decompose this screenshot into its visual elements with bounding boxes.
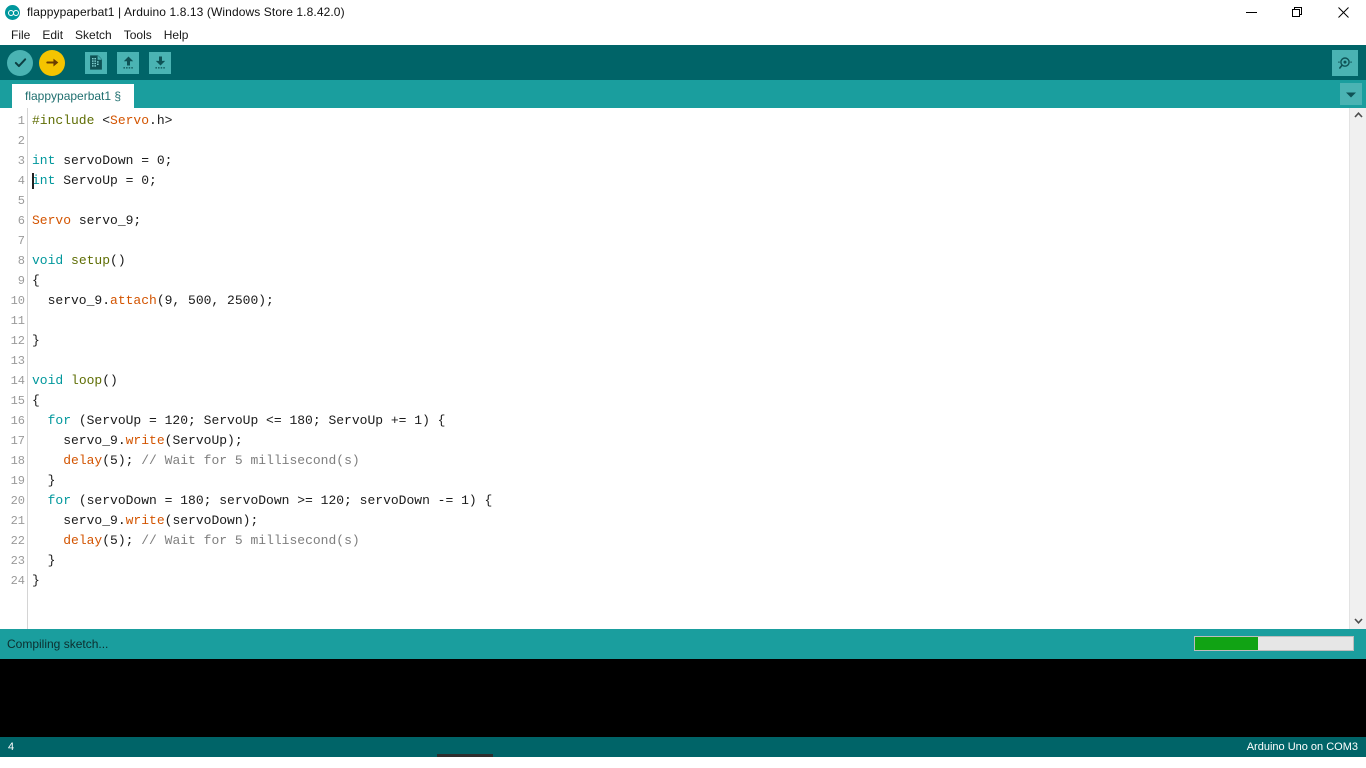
- arrow-down-icon: [154, 56, 165, 69]
- line-number: 19: [10, 474, 25, 488]
- line-number: 5: [17, 194, 25, 208]
- code-content[interactable]: #include <Servo.h> int servoDown = 0; int…: [28, 108, 1349, 629]
- check-icon: [14, 58, 26, 68]
- line-number: 15: [10, 394, 25, 408]
- close-icon: [1337, 6, 1349, 18]
- code-line: }: [32, 473, 56, 488]
- menu-item-sketch[interactable]: Sketch: [69, 26, 118, 44]
- magnifier-icon: [1338, 56, 1352, 69]
- open-button[interactable]: [114, 49, 142, 77]
- tab-menu-button[interactable]: [1340, 83, 1362, 105]
- arduino-logo-icon: [5, 4, 20, 20]
- line-number: 7: [17, 234, 25, 248]
- line-number: 20: [10, 494, 25, 508]
- bottom-status-bar: 4 Arduino Uno on COM3: [0, 737, 1366, 757]
- menu-item-tools[interactable]: Tools: [118, 26, 158, 44]
- line-number: 17: [10, 434, 25, 448]
- line-number: 12: [10, 334, 25, 348]
- new-file-icon: [90, 55, 102, 70]
- code-line: {: [32, 393, 40, 408]
- new-button[interactable]: [82, 49, 110, 77]
- line-number: 3: [17, 154, 25, 168]
- line-number: 9: [17, 274, 25, 288]
- line-number: 23: [10, 554, 25, 568]
- code-line: servo_9.write(servoDown);: [32, 513, 259, 528]
- menu-item-edit[interactable]: Edit: [36, 26, 69, 44]
- upload-button[interactable]: [38, 49, 66, 77]
- restore-button[interactable]: [1274, 0, 1320, 24]
- status-strip: Compiling sketch...: [0, 629, 1366, 659]
- line-number: 4: [17, 174, 25, 188]
- code-line: int ServoUp = 0;: [32, 173, 157, 189]
- window-title: flappypaperbat1 | Arduino 1.8.13 (Window…: [27, 5, 345, 19]
- line-number: 24: [10, 574, 25, 588]
- line-number: 16: [10, 414, 25, 428]
- save-button[interactable]: [146, 49, 174, 77]
- verify-button[interactable]: [6, 49, 34, 77]
- line-number: 2: [17, 134, 25, 148]
- console-output[interactable]: [0, 659, 1366, 737]
- menu-item-file[interactable]: File: [5, 26, 36, 44]
- restore-icon: [1291, 6, 1302, 17]
- code-line: for (servoDown = 180; servoDown >= 120; …: [47, 493, 493, 508]
- code-line: }: [32, 333, 40, 348]
- arrow-up-icon: [122, 56, 133, 69]
- code-line: {: [32, 273, 40, 288]
- toolbar: [0, 45, 1366, 80]
- line-number-gutter: 1 2 3 4 5 6 7 8 9 10 11 12 13 14 15 16 1…: [0, 108, 28, 629]
- code-line: servo_9.write(ServoUp);: [32, 433, 243, 448]
- minimize-icon: [1245, 11, 1257, 13]
- title-bar: flappypaperbat1 | Arduino 1.8.13 (Window…: [0, 0, 1366, 24]
- board-port-indicator: Arduino Uno on COM3: [1246, 741, 1358, 753]
- line-number: 6: [17, 214, 25, 228]
- line-number: 14: [10, 374, 25, 388]
- taskbar-indicator: [437, 754, 493, 757]
- chevron-down-icon[interactable]: [1353, 617, 1363, 626]
- status-message: Compiling sketch...: [7, 637, 109, 651]
- text-cursor: [32, 173, 34, 189]
- code-line: int servoDown = 0;: [32, 153, 173, 168]
- editor-vertical-scrollbar[interactable]: [1349, 108, 1366, 629]
- line-number: 11: [10, 314, 25, 328]
- code-line: Servo servo_9;: [32, 213, 142, 228]
- chevron-down-icon: [1346, 92, 1356, 97]
- serial-monitor-button[interactable]: [1332, 49, 1358, 76]
- editor-area[interactable]: 1 2 3 4 5 6 7 8 9 10 11 12 13 14 15 16 1…: [0, 108, 1366, 629]
- line-number: 22: [10, 534, 25, 548]
- menu-bar: File Edit Sketch Tools Help: [0, 24, 1366, 45]
- code-line: void setup(): [32, 253, 126, 268]
- cursor-line-indicator: 4: [8, 741, 15, 753]
- line-number: 13: [10, 354, 25, 368]
- code-line: }: [32, 553, 56, 568]
- tab-bar: flappypaperbat1 §: [0, 80, 1366, 108]
- code-line: for (ServoUp = 120; ServoUp <= 180; Serv…: [47, 413, 446, 428]
- code-line: delay(5); // Wait for 5 millisecond(s): [63, 453, 360, 468]
- compile-progress-fill: [1195, 637, 1259, 650]
- minimize-button[interactable]: [1228, 0, 1274, 24]
- code-line: delay(5); // Wait for 5 millisecond(s): [63, 533, 360, 548]
- code-line: void loop(): [32, 373, 118, 388]
- window-controls: [1228, 0, 1366, 24]
- arrow-right-icon: [45, 58, 58, 67]
- close-button[interactable]: [1320, 0, 1366, 24]
- line-number: 21: [10, 514, 25, 528]
- line-number: 10: [10, 294, 25, 308]
- line-number: 1: [17, 114, 25, 128]
- compile-progress-bar: [1194, 636, 1354, 651]
- line-number: 18: [10, 454, 25, 468]
- code-line: servo_9.attach(9, 500, 2500);: [32, 293, 274, 308]
- tab-flappypaperbat1[interactable]: flappypaperbat1 §: [12, 84, 135, 108]
- menu-item-help[interactable]: Help: [158, 26, 195, 44]
- line-number: 8: [17, 254, 25, 268]
- code-line: }: [32, 573, 40, 588]
- chevron-up-icon[interactable]: [1353, 111, 1363, 120]
- code-line: #include <Servo.h>: [32, 113, 173, 128]
